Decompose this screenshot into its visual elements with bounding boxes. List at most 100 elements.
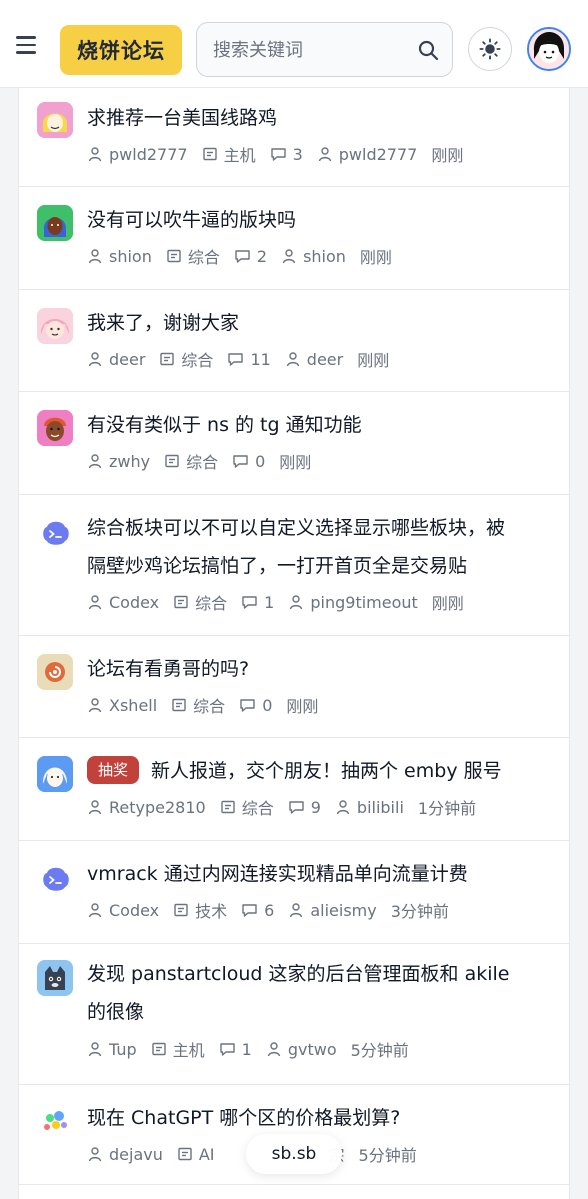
meta-time: 刚刚 (286, 697, 319, 716)
category-icon (174, 903, 188, 917)
post-item[interactable]: 发现 panstartcloud 这家的后台管理面板和 akile 的很像 Tu… (19, 944, 569, 1085)
search-box[interactable] (196, 22, 453, 78)
meta-time: 3分钟前 (390, 902, 449, 921)
meta-category[interactable]: 综合 (220, 795, 274, 819)
comment-icon (240, 699, 255, 712)
author-avatar[interactable] (37, 308, 73, 344)
meta-author[interactable]: Tup (87, 1040, 137, 1059)
meta-category[interactable]: AI (177, 1145, 215, 1164)
post-title[interactable]: vmrack 通过内网连接实现精品单向流量计费 (87, 855, 557, 893)
site-logo[interactable]: 烧饼论坛 (60, 25, 182, 75)
meta-author[interactable]: Codex (87, 901, 159, 920)
user-avatar[interactable] (527, 27, 571, 71)
meta-author[interactable]: deer (87, 350, 145, 369)
menu-icon[interactable] (12, 32, 42, 58)
meta-replies: 9 (288, 798, 321, 817)
meta-last-user[interactable]: pwld2777 (317, 145, 417, 164)
author-avatar[interactable] (37, 102, 73, 138)
meta-replies: 0 (239, 696, 272, 715)
post-item[interactable]: 我来了，谢谢大家 deer 综合 11 deer 刚刚 (19, 290, 569, 392)
author-avatar[interactable] (37, 756, 73, 792)
meta-time: 刚刚 (431, 594, 464, 613)
author-avatar[interactable] (37, 205, 73, 241)
user-icon (290, 903, 303, 918)
user-icon (267, 1042, 281, 1057)
lottery-badge[interactable]: 抽奖 (87, 755, 140, 784)
post-meta: Tup 主机 1 gvtwo 5分钟前 (87, 1036, 423, 1062)
meta-author[interactable]: Xshell (87, 696, 157, 715)
post-meta: zwhy 综合 0 刚刚 (87, 448, 325, 474)
meta-author[interactable]: pwld2777 (87, 145, 188, 164)
meta-replies: 2 (234, 247, 267, 266)
user-icon (88, 800, 102, 815)
comment-icon (219, 1043, 235, 1056)
comment-icon (289, 801, 304, 814)
meta-category[interactable]: 主机 (151, 1037, 205, 1061)
meta-last-user[interactable]: shion (281, 247, 346, 266)
theme-toggle-button[interactable] (468, 27, 512, 71)
meta-category[interactable]: 主机 (202, 142, 256, 166)
post-title[interactable]: 我来了，谢谢大家 (87, 304, 557, 342)
author-avatar[interactable] (37, 654, 73, 690)
meta-category[interactable]: 综合 (173, 590, 227, 614)
meta-category[interactable]: 技术 (173, 898, 227, 922)
meta-category[interactable]: 综合 (164, 449, 218, 473)
comment-icon (233, 455, 248, 468)
meta-time: 刚刚 (359, 248, 392, 267)
comment-icon (242, 596, 257, 609)
meta-author[interactable]: dejavu (87, 1145, 163, 1164)
author-avatar[interactable] (37, 515, 73, 551)
post-title[interactable]: 没有可以吹牛逼的版块吗 (87, 201, 557, 239)
meta-last-user[interactable]: ping9timeout (288, 593, 418, 612)
category-icon (167, 249, 181, 263)
user-icon (286, 352, 299, 367)
author-avatar[interactable] (37, 1103, 73, 1139)
category-icon (151, 1042, 166, 1056)
meta-replies: 1 (219, 1040, 252, 1059)
post-title[interactable]: 抽奖 新人报道，交个朋友！抽两个 emby 服号 (87, 752, 557, 790)
category-icon (160, 352, 175, 366)
post-title[interactable]: 求推荐一台美国线路鸡 (87, 99, 557, 137)
post-item[interactable]: 有没有类似于 ns 的 tg 通知功能 zwhy 综合 0 刚刚 (19, 392, 569, 495)
meta-author[interactable]: shion (87, 247, 152, 266)
user-icon (318, 147, 331, 162)
user-icon (282, 249, 296, 264)
meta-author[interactable]: Codex (87, 593, 159, 612)
post-title[interactable]: 现在 ChatGPT 哪个区的价格最划算? (87, 1099, 557, 1137)
post-item[interactable]: vmrack 通过内网连接实现精品单向流量计费 Codex 技术 6 aliei… (19, 841, 569, 944)
post-item[interactable]: 没有可以吹牛逼的版块吗 shion 综合 2 shion 刚刚 (19, 187, 569, 290)
meta-category[interactable]: 综合 (159, 347, 213, 371)
comment-icon (270, 148, 286, 161)
author-avatar[interactable] (37, 960, 73, 996)
post-meta: deer 综合 11 deer 刚刚 (87, 346, 403, 372)
meta-author[interactable]: zwhy (87, 452, 150, 471)
author-avatar[interactable] (37, 861, 73, 897)
post-title[interactable]: 论坛有看勇哥的吗? (87, 650, 557, 688)
post-meta: Retype2810 综合 9 bilibili 1分钟前 (87, 794, 490, 820)
post-item[interactable]: 求推荐一台美国线路鸡 pwld2777 主机 3 pwld2777 刚刚 (19, 88, 569, 187)
avatar-face-icon (529, 29, 569, 69)
meta-category[interactable]: 综合 (166, 244, 220, 268)
meta-category[interactable]: 综合 (171, 693, 225, 717)
user-icon (88, 1042, 102, 1057)
meta-last-user[interactable]: gvtwo (266, 1040, 337, 1059)
author-avatar[interactable] (37, 410, 73, 446)
user-icon (88, 903, 102, 918)
meta-last-user[interactable]: deer (285, 350, 343, 369)
search-input[interactable] (211, 23, 405, 78)
category-icon (165, 454, 179, 468)
post-title[interactable]: 发现 panstartcloud 这家的后台管理面板和 akile 的很像 (87, 955, 557, 1031)
post-title[interactable]: 综合板块可以不可以自定义选择显示哪些板块，被 隔壁炒鸡论坛搞怕了，一打开首页全是… (87, 509, 557, 585)
post-title[interactable]: 有没有类似于 ns 的 tg 通知功能 (87, 406, 557, 444)
post-item[interactable]: 综合板块可以不可以自定义选择显示哪些板块，被 隔壁炒鸡论坛搞怕了，一打开首页全是… (19, 495, 569, 636)
post-item[interactable]: 论坛有看勇哥的吗? Xshell 综合 0 刚刚 (19, 636, 569, 738)
post-item[interactable]: 抽奖 新人报道，交个朋友！抽两个 emby 服号 Retype2810 综合 9 … (19, 738, 569, 841)
post-meta: Codex 综合 1 ping9timeout 刚刚 (87, 589, 478, 615)
search-icon[interactable] (416, 38, 440, 62)
site-domain-pill[interactable]: sb.sb (246, 1134, 342, 1174)
meta-last-user[interactable]: alieismy (288, 901, 377, 920)
post-meta: Xshell 综合 0 刚刚 (87, 692, 332, 718)
meta-author[interactable]: Retype2810 (87, 798, 206, 817)
meta-last-user[interactable]: bilibili (335, 798, 404, 817)
user-icon (88, 1147, 102, 1162)
